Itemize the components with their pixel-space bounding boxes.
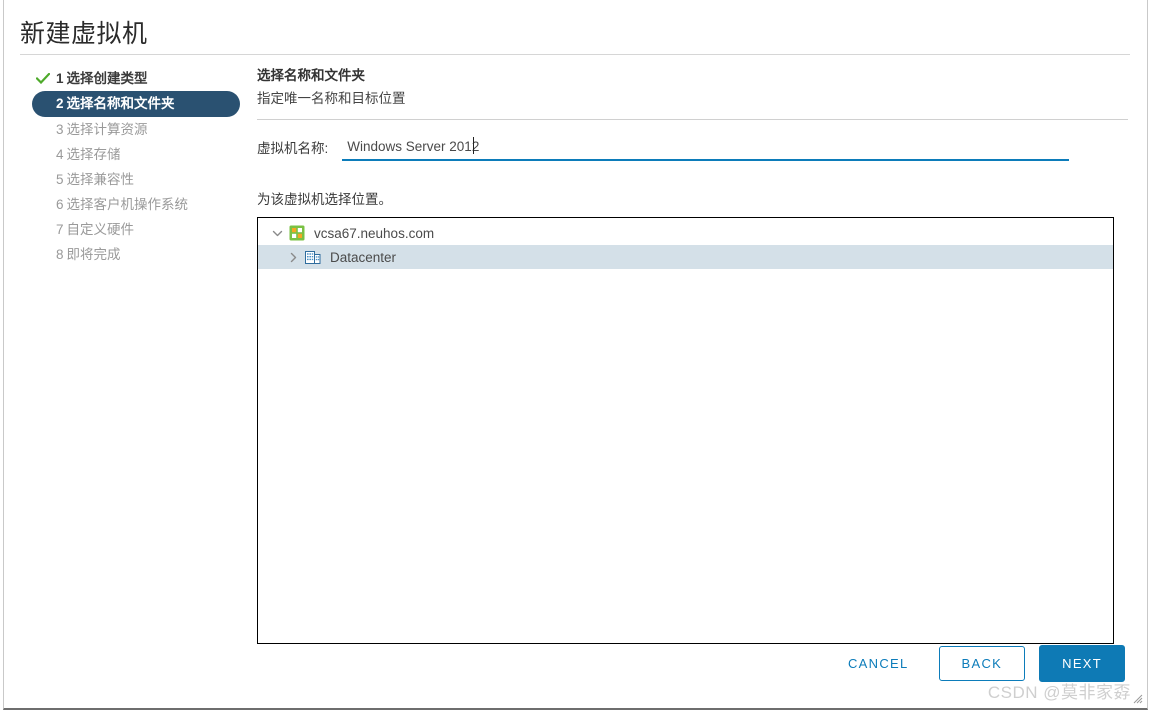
resize-grip-icon[interactable]	[1133, 694, 1143, 704]
step-label: 选择存储	[66, 147, 121, 162]
step-number: 6	[56, 197, 64, 212]
tree-row[interactable]: Datacenter	[258, 245, 1113, 269]
back-button[interactable]: BACK	[938, 646, 1026, 681]
title-divider	[20, 54, 1130, 55]
tree-row[interactable]: vcsa67.neuhos.com	[258, 221, 1113, 245]
vcenter-icon	[289, 225, 307, 241]
content-subheading: 指定唯一名称和目标位置	[257, 91, 406, 106]
content-divider	[257, 119, 1128, 120]
step-label: 自定义硬件	[66, 222, 135, 237]
sidebar-item-step-8[interactable]: 8 即将完成	[32, 242, 242, 267]
sidebar-item-step-3[interactable]: 3 选择计算资源	[32, 117, 242, 142]
sidebar-item-step-6[interactable]: 6 选择客户机操作系统	[32, 192, 242, 217]
sidebar-item-step-4[interactable]: 4 选择存储	[32, 142, 242, 167]
step-number: 4	[56, 147, 64, 162]
chevron-down-icon[interactable]	[269, 225, 285, 241]
datacenter-icon	[305, 249, 323, 265]
sidebar-item-step-7[interactable]: 7 自定义硬件	[32, 217, 242, 242]
tree-node-label: Datacenter	[330, 249, 397, 265]
wizard-steps: 1 选择创建类型 2 选择名称和文件夹 3 选择计算资源 4 选择存储 5 选择兼容性 6…	[32, 66, 242, 267]
wizard-window: 新建虚拟机 1 选择创建类型 2 选择名称和文件夹 3 选择计算资源 4 选择存储 5选…	[3, 0, 1148, 710]
step-number: 8	[56, 247, 64, 262]
step-number: 2	[56, 96, 64, 111]
text-caret	[473, 137, 475, 154]
check-icon	[36, 66, 50, 91]
page-title: 新建虚拟机	[20, 20, 148, 48]
location-tree-panel[interactable]: vcsa67.neuhos.com Datacenter	[257, 217, 1114, 644]
step-label: 选择客户机操作系统	[66, 197, 189, 212]
sidebar-item-step-2[interactable]: 2 选择名称和文件夹	[32, 91, 240, 117]
step-label: 即将完成	[66, 247, 121, 262]
step-number: 7	[56, 222, 64, 237]
footer-actions: CANCEL BACK NEXT	[832, 645, 1125, 682]
step-label: 选择计算资源	[66, 122, 148, 137]
main-content: 选择名称和文件夹 指定唯一名称和目标位置 虚拟机名称: 为该虚拟机选择位置。	[257, 66, 1129, 644]
step-label: 选择兼容性	[66, 172, 135, 187]
vm-name-row: 虚拟机名称:	[257, 135, 1129, 161]
chevron-right-icon[interactable]	[285, 249, 301, 265]
vm-name-input[interactable]	[342, 135, 1070, 157]
step-label: 选择创建类型	[66, 71, 148, 86]
next-button[interactable]: NEXT	[1039, 645, 1125, 682]
vm-name-label: 虚拟机名称:	[257, 141, 329, 156]
sidebar-item-step-1[interactable]: 1 选择创建类型	[32, 66, 242, 91]
sidebar-item-step-5[interactable]: 5 选择兼容性	[32, 167, 242, 192]
content-heading: 选择名称和文件夹	[257, 68, 365, 83]
step-number: 1	[56, 71, 64, 86]
location-label: 为该虚拟机选择位置。	[257, 192, 392, 207]
step-label: 选择名称和文件夹	[66, 96, 175, 111]
step-number: 3	[56, 122, 64, 137]
vm-name-input-wrap[interactable]	[342, 135, 1070, 161]
tree-node-label: vcsa67.neuhos.com	[314, 225, 435, 241]
step-number: 5	[56, 172, 64, 187]
cancel-button[interactable]: CANCEL	[832, 647, 925, 680]
